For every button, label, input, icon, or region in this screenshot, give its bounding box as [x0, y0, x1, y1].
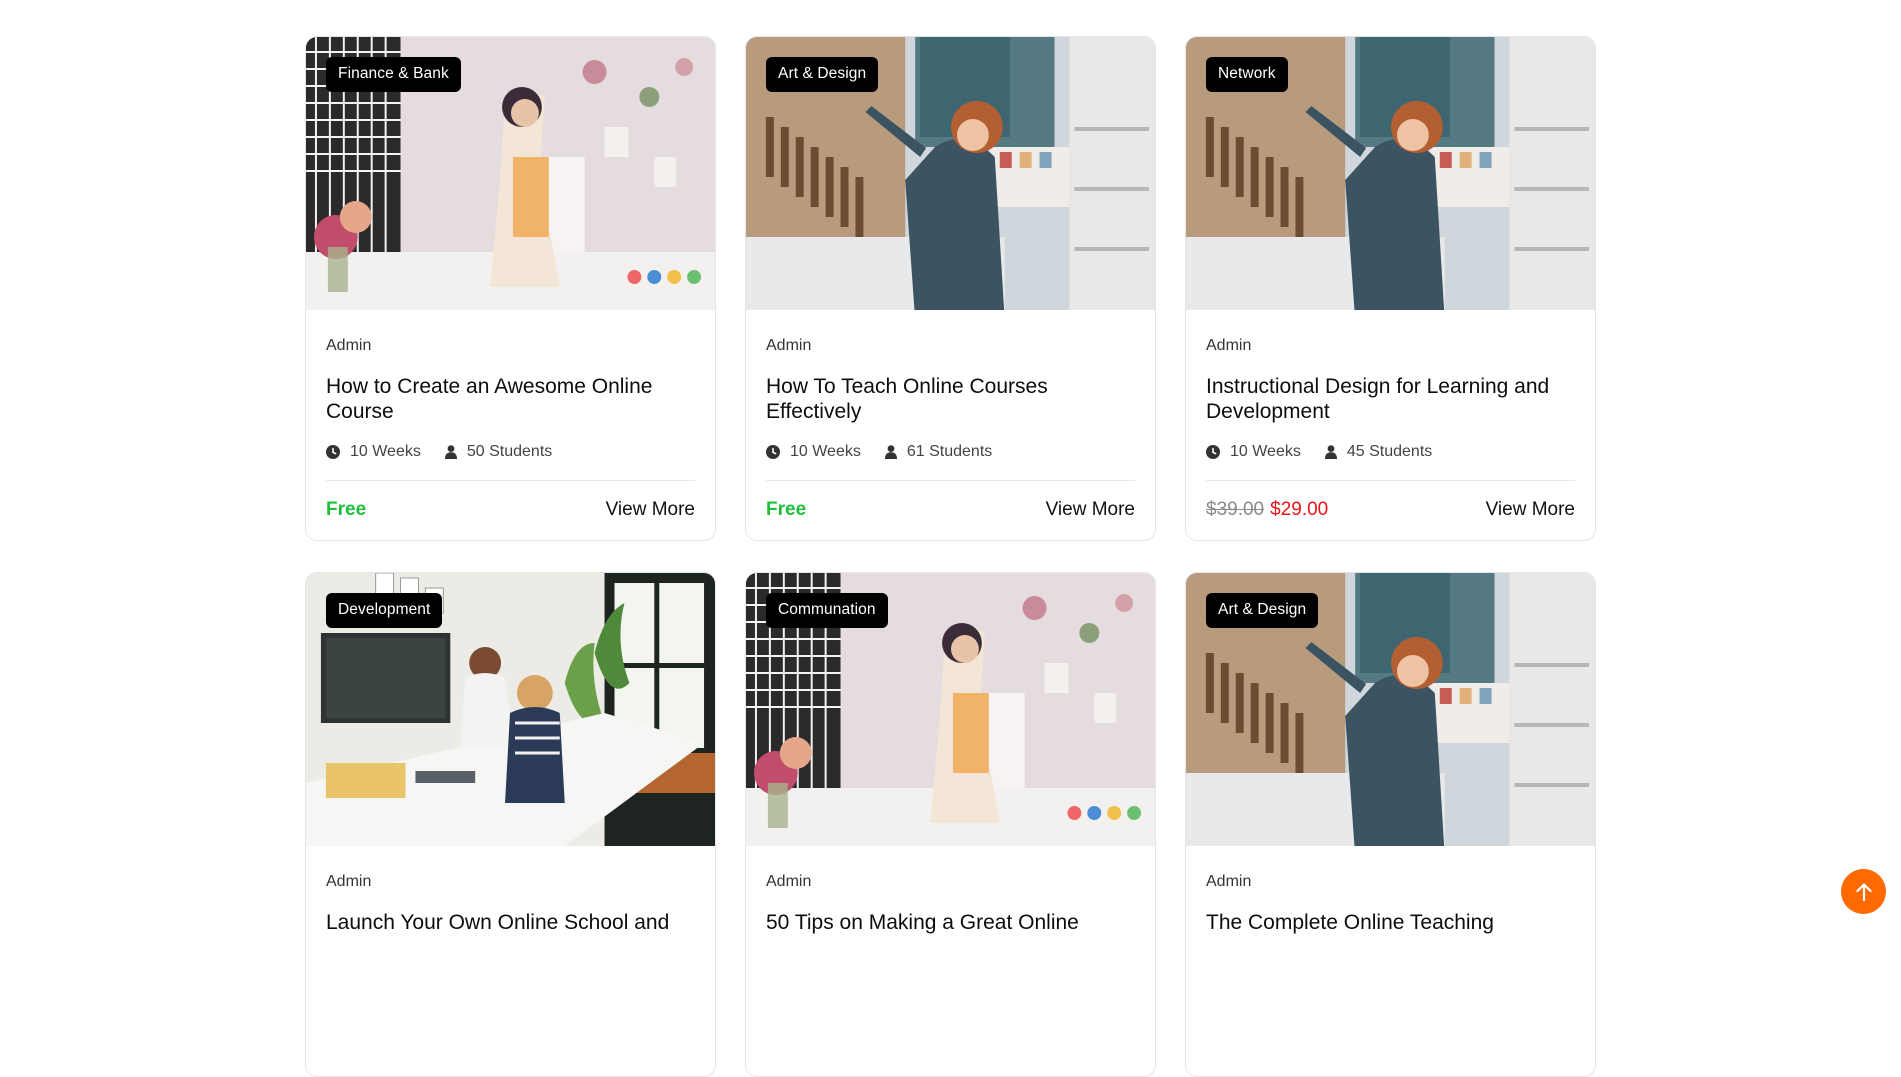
students: 45 Students — [1324, 443, 1433, 461]
course-card[interactable]: Network Admin Instructional Design for L… — [1185, 36, 1596, 541]
students-label: 61 Students — [906, 443, 993, 460]
students: 50 Students — [444, 443, 553, 461]
clock-icon — [1206, 445, 1220, 459]
course-author[interactable]: Admin — [1206, 873, 1575, 891]
card-footer: Free View More — [766, 481, 1135, 539]
course-grid: Finance & Bank Admin How to Create an Aw… — [305, 36, 1596, 1077]
course-thumbnail[interactable]: Finance & Bank — [306, 37, 715, 310]
card-footer: $39.00 $29.00 View More — [1206, 481, 1575, 539]
category-badge[interactable]: Finance & Bank — [326, 57, 461, 92]
course-author[interactable]: Admin — [766, 873, 1135, 891]
course-title[interactable]: 50 Tips on Making a Great Online — [766, 911, 1135, 960]
category-badge[interactable]: Development — [326, 593, 443, 628]
course-meta: 10 Weeks 45 Students — [1206, 443, 1575, 461]
course-thumbnail[interactable]: Communation — [746, 573, 1155, 846]
course-card[interactable]: Communation Admin 50 Tips on Making a Gr… — [745, 572, 1156, 1077]
view-more-link[interactable]: View More — [1486, 499, 1575, 521]
user-icon — [884, 445, 897, 459]
course-title[interactable]: How To Teach Online Courses Effectively — [766, 375, 1135, 424]
course-thumbnail[interactable]: Art & Design — [1186, 573, 1595, 846]
price-free: Free — [766, 499, 807, 520]
category-badge[interactable]: Network — [1206, 57, 1288, 92]
students: 61 Students — [884, 443, 993, 461]
clock-icon — [326, 445, 340, 459]
category-badge[interactable]: Art & Design — [1206, 593, 1319, 628]
duration-label: 10 Weeks — [790, 443, 861, 460]
course-author[interactable]: Admin — [766, 337, 1135, 355]
course-thumbnail[interactable]: Development — [306, 573, 715, 846]
view-more-link[interactable]: View More — [606, 499, 695, 521]
price-free: Free — [326, 499, 367, 520]
course-thumbnail[interactable]: Network — [1186, 37, 1595, 310]
price-original: $39.00 — [1206, 499, 1265, 520]
clock-icon — [766, 445, 780, 459]
duration: 10 Weeks — [1206, 443, 1301, 461]
duration: 10 Weeks — [326, 443, 421, 461]
students-label: 50 Students — [466, 443, 553, 460]
course-meta: 10 Weeks 50 Students — [326, 443, 695, 461]
course-author[interactable]: Admin — [326, 873, 695, 891]
price-sale: $29.00 — [1270, 499, 1329, 520]
category-badge[interactable]: Communation — [766, 593, 888, 628]
course-meta: 10 Weeks 61 Students — [766, 443, 1135, 461]
duration-label: 10 Weeks — [1230, 443, 1301, 460]
category-badge[interactable]: Art & Design — [766, 57, 879, 92]
course-thumbnail[interactable]: Art & Design — [746, 37, 1155, 310]
course-title[interactable]: Instructional Design for Learning and De… — [1206, 375, 1575, 424]
course-title[interactable]: How to Create an Awesome Online Course — [326, 375, 695, 424]
course-card[interactable]: Art & Design Admin The Complete Online T… — [1185, 572, 1596, 1077]
user-icon — [1324, 445, 1337, 459]
arrow-up-icon — [1855, 882, 1872, 901]
card-footer: Free View More — [326, 481, 695, 539]
course-card[interactable]: Art & Design Admin How To Teach Online C… — [745, 36, 1156, 541]
duration-label: 10 Weeks — [350, 443, 421, 460]
scroll-to-top-button[interactable] — [1841, 869, 1886, 914]
view-more-link[interactable]: View More — [1046, 499, 1135, 521]
course-title[interactable]: Launch Your Own Online School and — [326, 911, 695, 960]
course-card[interactable]: Development Admin Launch Your Own Online… — [305, 572, 716, 1077]
course-title[interactable]: The Complete Online Teaching — [1206, 911, 1575, 960]
students-label: 45 Students — [1346, 443, 1433, 460]
price: $39.00 $29.00 — [1206, 499, 1328, 521]
duration: 10 Weeks — [766, 443, 861, 461]
course-card[interactable]: Finance & Bank Admin How to Create an Aw… — [305, 36, 716, 541]
course-author[interactable]: Admin — [1206, 337, 1575, 355]
user-icon — [444, 445, 457, 459]
course-author[interactable]: Admin — [326, 337, 695, 355]
